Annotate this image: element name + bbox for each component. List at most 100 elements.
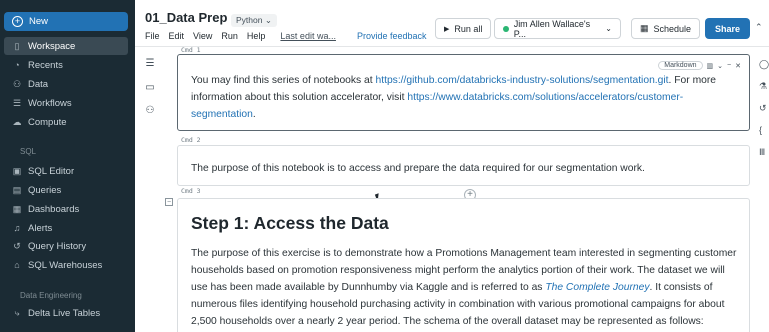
right-tool-strip: ◯ ⚗ ↺ { Ⅲ <box>757 47 769 332</box>
chevron-down-icon[interactable]: ⌄ <box>717 62 723 70</box>
sidebar-item-dashboards[interactable]: ▦ Dashboards <box>4 200 128 218</box>
sidebar-item-label: Data <box>28 78 49 90</box>
folder-icon[interactable]: ▭ <box>144 81 156 93</box>
cell-content: The purpose of this exercise is to demon… <box>191 245 746 330</box>
chevron-down-icon: ⌄ <box>605 24 612 33</box>
sidebar: + New ▯ Workspace ◔ Recents ⚇ Data ☰ Wor… <box>0 0 135 332</box>
status-dot-icon <box>503 25 509 32</box>
menu-edit[interactable]: Edit <box>169 31 185 41</box>
cell-language-badge[interactable]: Markdown <box>658 61 703 70</box>
queries-icon: ▤ <box>12 184 22 195</box>
sidebar-item-label: SQL Editor <box>28 165 75 177</box>
new-label: New <box>29 16 49 27</box>
sidebar-item-label: Dashboards <box>28 203 80 215</box>
sidebar-item-recents[interactable]: ◔ Recents <box>4 56 128 74</box>
calendar-icon: ▦ <box>640 23 649 33</box>
workspace-icon: ▯ <box>14 40 20 51</box>
sidebar-item-label: Recents <box>28 59 63 71</box>
dashboards-icon: ▦ <box>12 203 22 214</box>
play-icon: ▶ <box>444 25 450 33</box>
menu-file[interactable]: File <box>145 31 160 41</box>
solution-link-continued[interactable]: segmentation <box>191 109 253 120</box>
markdown-cell-3[interactable]: Step 1: Access the Data The purpose of t… <box>177 198 750 332</box>
experiments-icon[interactable]: ⚗ <box>759 81 767 92</box>
menu-view[interactable]: View <box>193 31 212 41</box>
text-run: . <box>252 109 256 120</box>
sidebar-item-label: Alerts <box>28 222 53 234</box>
collapse-header-icon[interactable]: ⌃ <box>755 22 763 33</box>
new-button[interactable]: + New <box>4 12 128 31</box>
close-icon[interactable]: ✕ <box>735 62 741 70</box>
variables-icon[interactable]: { <box>759 125 762 135</box>
menu-run[interactable]: Run <box>221 31 238 41</box>
cell-label: Cmd 3 <box>181 187 201 195</box>
sidebar-item-queries[interactable]: ▤ Queries <box>4 181 128 199</box>
libraries-icon[interactable]: Ⅲ <box>759 147 765 158</box>
solution-link[interactable]: https://www.databricks.com/solutions/acc… <box>407 92 683 103</box>
text-run: use has been made available by Dunnhumby… <box>191 282 546 293</box>
sidebar-item-label: Delta Live Tables <box>28 307 101 319</box>
markdown-cell-2[interactable]: The purpose of this notebook is to acces… <box>177 145 750 186</box>
language-selector[interactable]: Python ⌄ <box>231 14 277 27</box>
delta-icon: ⤷ <box>14 307 20 318</box>
sidebar-item-alerts[interactable]: ♫ Alerts <box>4 219 128 237</box>
text-run: . For more <box>668 75 717 86</box>
run-all-button[interactable]: ▶ Run all <box>435 18 492 39</box>
menu-help[interactable]: Help <box>247 31 266 41</box>
sidebar-section-sql: SQL <box>20 147 37 156</box>
cloud-icon: ☁ <box>12 116 22 127</box>
sidebar-item-label: Workflows <box>28 97 72 109</box>
sidebar-item-sql-editor[interactable]: ▣ SQL Editor <box>4 162 128 180</box>
sidebar-item-data[interactable]: ⚇ Data <box>4 75 128 93</box>
schedule-button[interactable]: ▦ Schedule <box>631 18 701 39</box>
sidebar-item-compute[interactable]: ☁ Compute <box>4 113 128 131</box>
notebook-tool-strip: ☰ ▭ ⚇ <box>135 47 165 332</box>
sidebar-item-label: Compute <box>28 116 67 128</box>
comments-icon[interactable]: ◯ <box>759 59 769 70</box>
sidebar-item-label: SQL Warehouses <box>28 259 103 271</box>
text-run: households based on promotion responsive… <box>191 265 725 276</box>
sidebar-section-data-engineering: Data Engineering <box>20 291 82 300</box>
sidebar-item-query-history[interactable]: ↺ Query History <box>4 237 128 255</box>
cluster-selector[interactable]: Jim Allen Wallace's P... ⌄ <box>494 18 621 39</box>
github-link[interactable]: https://github.com/databricks-industry-s… <box>376 75 669 86</box>
cell-content: You may find this series of notebooks at… <box>191 72 736 123</box>
clock-icon: ◔ <box>14 60 20 70</box>
text-run: . It consists of <box>649 282 713 293</box>
minimize-icon[interactable]: − <box>727 62 731 69</box>
text-run: numerous files identifying household pur… <box>191 299 725 310</box>
table-of-contents-icon[interactable]: ☰ <box>144 57 156 69</box>
notebook-header: 01_Data Prep Python ⌄ File Edit View Run… <box>135 0 769 47</box>
text-run: The purpose of this exercise is to demon… <box>191 248 737 259</box>
sidebar-item-sql-warehouses[interactable]: ⌂ SQL Warehouses <box>4 256 128 274</box>
plus-icon: + <box>12 16 23 27</box>
menu-bar: File Edit View Run Help Last edit wa... … <box>145 31 427 41</box>
cell-toolbar: Markdown ▥ ⌄ − ✕ <box>658 61 741 70</box>
last-edit-link[interactable]: Last edit wa... <box>280 31 336 41</box>
run-all-label: Run all <box>454 23 483 34</box>
cell-heading: Step 1: Access the Data <box>191 213 389 233</box>
sidebar-item-workflows[interactable]: ☰ Workflows <box>4 94 128 112</box>
bell-icon: ♫ <box>13 223 21 233</box>
provide-feedback-link[interactable]: Provide feedback <box>357 31 427 41</box>
workflows-icon: ☰ <box>12 97 22 108</box>
cluster-label: Jim Allen Wallace's P... <box>513 18 591 39</box>
text-run: You may find this series of notebooks at <box>191 75 376 86</box>
dataset-name: The Complete Journey <box>545 282 650 293</box>
notebook-title[interactable]: 01_Data Prep <box>145 10 227 25</box>
sidebar-item-label: Queries <box>28 184 62 196</box>
cell-label: Cmd 2 <box>181 136 201 144</box>
data-tree-icon[interactable]: ⚇ <box>144 104 156 116</box>
data-icon: ⚇ <box>12 78 22 89</box>
revision-history-icon[interactable]: ↺ <box>759 103 767 114</box>
markdown-cell-1[interactable]: Markdown ▥ ⌄ − ✕ You may find this serie… <box>177 54 750 131</box>
schedule-label: Schedule <box>653 23 692 34</box>
sidebar-item-label: Workspace <box>28 40 76 52</box>
history-icon: ↺ <box>13 240 21 251</box>
chart-icon[interactable]: ▥ <box>707 62 714 70</box>
share-button[interactable]: Share <box>705 18 751 39</box>
collapse-cell-icon[interactable]: − <box>165 198 173 206</box>
sidebar-item-delta-live-tables[interactable]: ⤷ Delta Live Tables <box>4 304 128 322</box>
sidebar-item-label: Query History <box>28 240 87 252</box>
sidebar-item-workspace[interactable]: ▯ Workspace <box>4 37 128 55</box>
